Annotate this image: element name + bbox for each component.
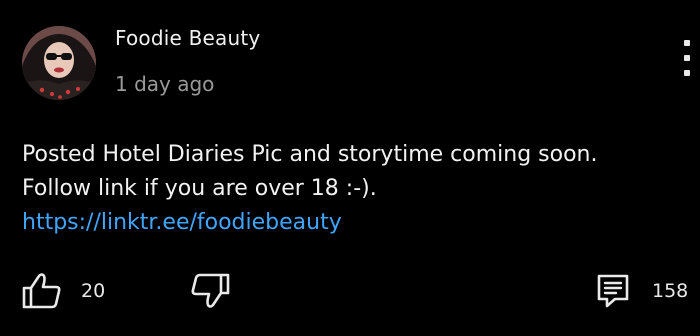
comment-count: 158 — [652, 280, 689, 302]
author-name[interactable]: Foodie Beauty — [115, 26, 260, 50]
thumbs-up-icon — [22, 273, 61, 309]
avatar[interactable] — [22, 26, 96, 100]
post-timestamp: 1 day ago — [115, 72, 215, 96]
menu-dot — [684, 55, 690, 61]
post-text-line: Follow link if you are over 18 :-). — [22, 176, 377, 201]
more-vert-icon[interactable] — [670, 34, 700, 84]
post-link[interactable]: https://linktr.ee/foodiebeauty — [22, 206, 682, 240]
like-count: 20 — [81, 280, 106, 302]
dislike-button[interactable] — [186, 268, 232, 314]
post-text-line: Posted Hotel Diaries Pic and storytime c… — [22, 142, 598, 167]
like-button[interactable]: 20 — [20, 268, 105, 314]
comments-button[interactable]: 158 — [594, 268, 688, 314]
comment-icon — [597, 274, 629, 308]
post-body: Posted Hotel Diaries Pic and storytime c… — [22, 138, 682, 240]
menu-dot — [684, 40, 690, 46]
menu-dot — [684, 70, 690, 76]
avatar-image — [22, 26, 96, 100]
thumbs-down-icon — [191, 273, 230, 308]
